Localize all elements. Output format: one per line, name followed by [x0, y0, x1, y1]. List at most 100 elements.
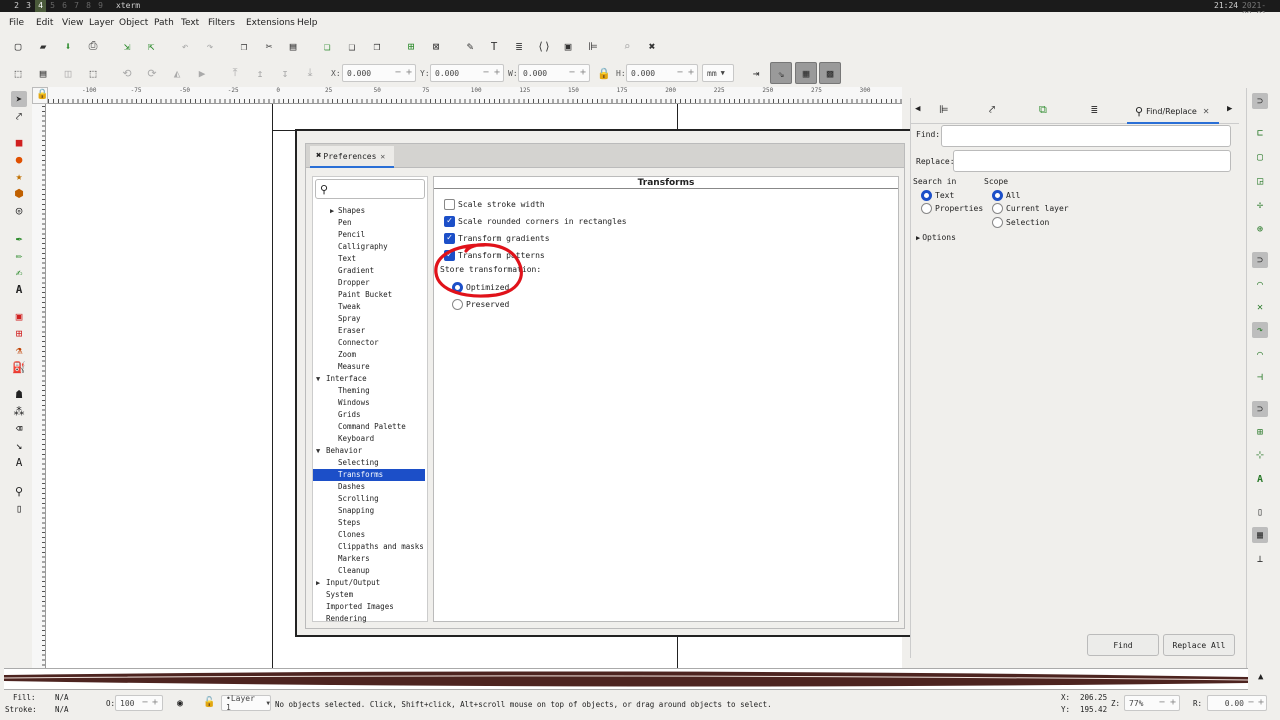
snap-bbox-center-icon[interactable]: ⊕ [1252, 221, 1268, 237]
group-icon[interactable]: ⊞ [403, 38, 419, 54]
3d-box-tool-icon[interactable]: ⬢ [11, 185, 27, 201]
visibility-icon[interactable]: ◉ [177, 698, 183, 709]
text-tool-icon[interactable]: A [11, 281, 27, 297]
menu-text[interactable]: Text [181, 18, 199, 28]
document-properties-icon[interactable]: ⌕ [619, 38, 635, 54]
unit-select[interactable]: mm ▼ [702, 64, 734, 82]
pages-tool-icon[interactable]: ▯ [11, 500, 27, 516]
radio-all[interactable]: All [992, 188, 1020, 202]
color-palette[interactable]: ▲ [4, 668, 1263, 690]
tree-item-interface[interactable]: Interface [326, 373, 367, 385]
import-icon[interactable]: ⇲ [119, 38, 135, 54]
transform-patterns-toggle[interactable]: ▩ [819, 62, 841, 84]
menu-extensions[interactable]: Extensions [246, 18, 295, 28]
tree-item-keyboard[interactable]: Keyboard [338, 433, 374, 445]
ellipse-tool-icon[interactable]: ● [11, 151, 27, 167]
eraser-tool-icon[interactable]: ⌫ [11, 420, 27, 436]
close-icon[interactable]: ✕ [1203, 107, 1210, 116]
node-tool-icon[interactable]: ⤤ [11, 109, 27, 125]
tab-preferences[interactable]: ✖ Preferences ✕ [310, 146, 394, 168]
tree-item-markers[interactable]: Markers [338, 553, 370, 565]
clone-icon[interactable]: ❑ [344, 38, 360, 54]
tree-item-transforms[interactable]: Transforms [313, 469, 425, 481]
menu-object[interactable]: Object [119, 18, 148, 28]
radio-current-layer[interactable]: Current layer [992, 202, 1069, 216]
scroll-left-icon[interactable]: ◀ [915, 104, 920, 114]
workspace-2[interactable]: 2 [11, 0, 22, 12]
menu-view[interactable]: View [62, 18, 83, 28]
undo-icon[interactable]: ↶ [177, 38, 193, 54]
radio-button[interactable] [992, 203, 1003, 214]
zoom-out[interactable]: − [1157, 697, 1167, 709]
star-tool-icon[interactable]: ★ [11, 168, 27, 184]
chevron-down-icon[interactable]: ▼ [316, 447, 320, 455]
tree-item-paint-bucket[interactable]: Paint Bucket [338, 289, 392, 301]
snap-guides-icon[interactable]: ⊥ [1252, 551, 1268, 567]
raise-icon[interactable]: ↥ [252, 65, 268, 81]
layers-tab-icon[interactable]: ≣ [1091, 103, 1098, 116]
snap-midpoints-icon[interactable]: ⊣ [1252, 369, 1268, 385]
transform-gradients-toggle[interactable]: ▦ [795, 62, 817, 84]
w-field[interactable]: 0.000 − + [518, 64, 590, 82]
menu-filters[interactable]: Filters [208, 18, 235, 28]
workspace-4[interactable]: 4 [35, 0, 46, 12]
menu-layer[interactable]: Layer [89, 18, 114, 28]
snap-centers-icon[interactable]: ⊞ [1252, 424, 1268, 440]
snap-grids-icon[interactable]: ▦ [1252, 527, 1268, 543]
spiral-tool-icon[interactable]: ◎ [11, 202, 27, 218]
workspace-7[interactable]: 7 [71, 0, 82, 12]
rotation-field[interactable]: 0.00− + [1207, 695, 1267, 711]
w-decrement[interactable]: − [567, 67, 577, 79]
chevron-down-icon[interactable]: ▼ [316, 375, 320, 383]
tree-item-spray[interactable]: Spray [338, 313, 361, 325]
layers-icon[interactable]: ≣ [511, 38, 527, 54]
tree-item-pen[interactable]: Pen [338, 217, 352, 229]
checkbox[interactable] [444, 198, 455, 210]
snap-bbox-edge-icon[interactable]: ▢ [1252, 149, 1268, 165]
tree-item-dropper[interactable]: Dropper [338, 277, 370, 289]
rotate-cw-icon[interactable]: ⟳ [144, 65, 160, 81]
menu-help[interactable]: Help [297, 18, 318, 28]
checkbox[interactable]: ✓ [444, 215, 455, 227]
snap-cusp-nodes-icon[interactable]: ↷ [1252, 322, 1268, 338]
snap-intersections-icon[interactable]: ✕ [1252, 299, 1268, 315]
flip-horizontal-icon[interactable]: ◭ [169, 65, 185, 81]
scroll-right-icon[interactable]: ▶ [1227, 104, 1232, 114]
radio-button[interactable] [921, 189, 932, 201]
close-icon[interactable]: ✕ [380, 152, 385, 161]
measure-tool-icon[interactable]: A [11, 454, 27, 470]
tree-item-cleanup[interactable]: Cleanup [338, 565, 370, 577]
w-increment[interactable]: + [578, 67, 588, 79]
open-icon[interactable]: ▰ [35, 38, 51, 54]
menu-edit[interactable]: Edit [36, 18, 53, 28]
tree-item-measure[interactable]: Measure [338, 361, 370, 373]
raise-to-top-icon[interactable]: ⤒ [227, 65, 243, 81]
xml-editor-icon[interactable]: ⟨⟩ [536, 38, 552, 54]
unlink-clone-icon[interactable]: ❒ [369, 38, 385, 54]
snap-paths-icon[interactable]: ⌒ [1252, 276, 1268, 292]
workspace-9[interactable]: 9 [95, 0, 106, 12]
option-scale-stroke-width[interactable]: Scale stroke width [444, 197, 545, 211]
palette-menu-icon[interactable]: ▲ [1258, 672, 1263, 682]
tree-item-clippaths-and-masks[interactable]: Clippaths and masks [338, 541, 424, 553]
snap-rotation-center-icon[interactable]: ⊹ [1252, 447, 1268, 463]
lower-to-bottom-icon[interactable]: ⤓ [302, 65, 318, 81]
lock-guides-icon[interactable]: 🔒 [36, 89, 48, 100]
fill-stroke-icon[interactable]: ✎ [462, 38, 478, 54]
tree-item-text[interactable]: Text [338, 253, 356, 265]
workspace-5[interactable]: 5 [47, 0, 58, 12]
tree-item-imported-images[interactable]: Imported Images [326, 601, 394, 613]
tree-item-windows[interactable]: Windows [338, 397, 370, 409]
radio-button[interactable] [992, 216, 1003, 228]
tree-item-scrolling[interactable]: Scrolling [338, 493, 379, 505]
replace-all-button[interactable]: Replace All [1163, 634, 1235, 656]
calligraphy-tool-icon[interactable]: ✍ [11, 264, 27, 280]
spray-tool-icon[interactable]: ⁂ [11, 403, 27, 419]
paste-icon[interactable]: ▤ [285, 38, 301, 54]
opacity-field[interactable]: 100− + [115, 695, 163, 711]
selector-tool-icon[interactable]: ➤ [11, 91, 27, 107]
object-properties-icon[interactable]: ▣ [560, 38, 576, 54]
rectangle-tool-icon[interactable]: ■ [11, 134, 27, 150]
zoom-tool-icon[interactable]: ⚲ [11, 483, 27, 499]
snap-bbox-icon[interactable]: ⊏ [1252, 125, 1268, 141]
